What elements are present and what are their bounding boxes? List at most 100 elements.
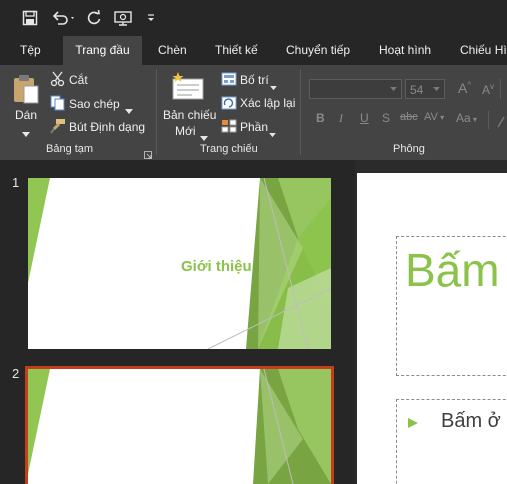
new-slide-button-2[interactable]: Mới: [175, 124, 196, 138]
tab-slideshow[interactable]: Chiếu Hì: [460, 36, 507, 65]
tab-transitions[interactable]: Chuyển tiếp: [286, 36, 361, 65]
font-size-value: 54: [410, 83, 424, 97]
undo-icon[interactable]: [50, 8, 78, 28]
quick-access-toolbar: [0, 0, 507, 36]
tab-slideshow-label: Chiếu Hì: [460, 43, 507, 57]
font-divider: [500, 79, 501, 99]
clipboard-group-label: Bảng tạm: [46, 143, 93, 155]
tab-file[interactable]: Tệp: [14, 36, 54, 65]
strikethrough-button[interactable]: abc: [400, 111, 418, 123]
strike-label: S: [382, 111, 391, 125]
title-placeholder[interactable]: Bấm: [396, 236, 507, 376]
new-slide-label-1: Bản chiếu: [163, 108, 217, 122]
font-size-box[interactable]: 54: [405, 79, 445, 99]
slides-group-label: Trang chiếu: [200, 143, 258, 155]
scissors-icon: [50, 71, 66, 92]
tab-insert-label: Chèn: [158, 43, 187, 57]
spacing-label: AV: [424, 111, 438, 123]
font-name-box[interactable]: [309, 79, 402, 99]
slide-number-1: 1: [12, 175, 19, 190]
reset-icon: [221, 96, 237, 115]
case-label: Aa: [456, 111, 471, 125]
new-slide-button[interactable]: Bản chiếu: [163, 108, 216, 122]
change-case-button[interactable]: Aa ▾: [456, 111, 477, 125]
tab-file-label: Tệp: [20, 43, 41, 57]
reset-label: Xác lập lại: [240, 96, 296, 110]
copy-label: Sao chép: [69, 97, 120, 111]
tab-transitions-label: Chuyển tiếp: [286, 43, 351, 57]
present-from-start-icon[interactable]: [113, 8, 135, 28]
tab-home-label: Trang đầu: [75, 43, 130, 57]
paste-icon[interactable]: [12, 73, 40, 110]
paste-button[interactable]: Dán: [15, 108, 37, 122]
copy-button[interactable]: Sao chép: [69, 97, 120, 111]
section-button[interactable]: Phần: [240, 120, 268, 134]
ribbon-tabs: Tệp Trang đầu Chèn Thiết kế Chuyển tiếp …: [0, 36, 507, 65]
slide-canvas[interactable]: Bấm Bấm ở: [357, 173, 507, 484]
slide-number-2-text: 2: [12, 366, 20, 381]
facet-theme-art: [28, 178, 331, 349]
section-label: Phần: [240, 120, 269, 134]
new-slide-icon[interactable]: [170, 71, 206, 106]
slides-group-text: Trang chiếu: [200, 143, 258, 155]
bold-button[interactable]: B: [316, 111, 325, 125]
tab-design[interactable]: Thiết kế: [215, 36, 270, 65]
layout-label: Bố trí: [240, 73, 269, 87]
slide-number-1-text: 1: [12, 175, 20, 190]
font-group-text: Phông: [393, 143, 425, 155]
bold-label: B: [316, 111, 325, 125]
grow-font-button[interactable]: A^: [458, 80, 471, 96]
format-painter-icon: [50, 118, 66, 139]
slide-thumbnail-2[interactable]: [25, 366, 334, 484]
format-painter-label: Bút Định dạng: [69, 120, 146, 134]
content-placeholder[interactable]: Bấm ở: [396, 399, 507, 484]
save-icon[interactable]: [20, 8, 40, 28]
clipboard-group-text: Bảng tạm: [46, 143, 94, 155]
group-separator: [300, 69, 301, 155]
underline-label: U: [360, 111, 369, 125]
bullet-text: Bấm ở: [441, 410, 501, 432]
ribbon-home: Dán Cắt Sao chép Bút Định dạng Bảng tạm …: [0, 65, 507, 160]
font-group-label: Phông: [393, 143, 425, 155]
layout-icon: [221, 72, 237, 91]
paste-dropdown-icon[interactable]: [22, 125, 30, 143]
redo-icon[interactable]: [84, 8, 104, 28]
layout-dropdown-icon[interactable]: [270, 78, 277, 96]
section-icon: [221, 119, 237, 138]
layout-button[interactable]: Bố trí: [240, 73, 269, 87]
cut-label: Cắt: [69, 73, 88, 87]
tab-insert[interactable]: Chèn: [158, 36, 198, 65]
pane-splitter[interactable]: [345, 160, 355, 484]
customize-qat-icon[interactable]: [144, 8, 158, 28]
grow-font-label: A: [458, 80, 468, 96]
clear-format-icon[interactable]: [496, 115, 506, 133]
italic-button[interactable]: I: [339, 111, 343, 126]
slide-thumbnail-1[interactable]: Giới thiệu: [28, 178, 331, 349]
paste-label: Dán: [15, 108, 38, 122]
shrink-font-button[interactable]: Av: [482, 82, 494, 97]
copy-icon: [50, 95, 66, 116]
slide-1-title: Giới thiệu: [181, 258, 252, 275]
tab-design-label: Thiết kế: [215, 43, 258, 57]
section-dropdown-icon[interactable]: [269, 125, 276, 143]
group-separator: [156, 69, 157, 155]
tab-animations[interactable]: Hoạt hình: [379, 36, 444, 65]
copy-dropdown-icon[interactable]: [125, 102, 133, 120]
shadow-label: abc: [400, 111, 418, 123]
new-slide-label-2: Mới: [175, 124, 196, 138]
bullet-arrow-icon: [407, 416, 419, 434]
reset-button[interactable]: Xác lập lại: [240, 96, 295, 110]
title-placeholder-text: Bấm: [405, 244, 500, 296]
underline-button[interactable]: U: [360, 111, 369, 125]
tab-home[interactable]: Trang đầu: [63, 36, 142, 65]
slide-number-2: 2: [12, 366, 19, 381]
facet-theme-art-2: [28, 369, 331, 484]
shadow-button[interactable]: S: [382, 111, 390, 125]
char-spacing-button[interactable]: AV ▾: [424, 111, 444, 123]
shrink-font-label: A: [482, 83, 491, 97]
cut-button[interactable]: Cắt: [69, 73, 88, 87]
font-divider-2: [488, 111, 489, 129]
tab-animations-label: Hoạt hình: [379, 43, 432, 57]
italic-label: I: [339, 111, 343, 125]
format-painter-button[interactable]: Bút Định dạng: [69, 120, 145, 134]
